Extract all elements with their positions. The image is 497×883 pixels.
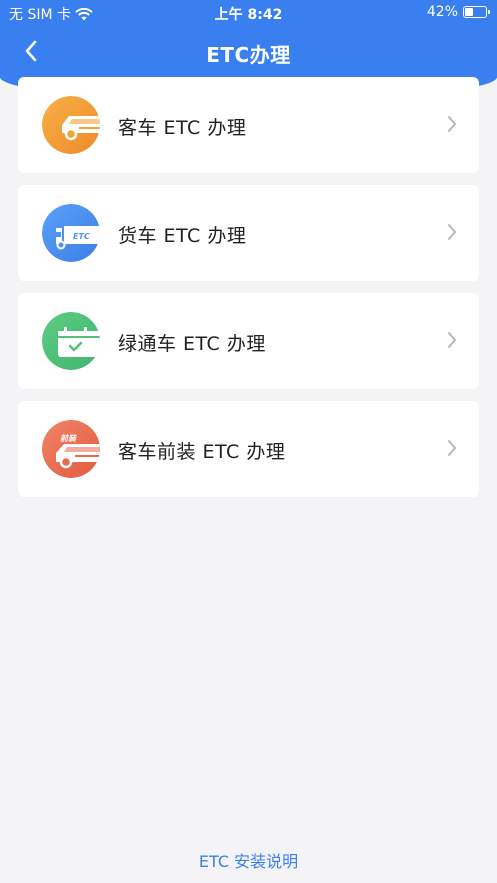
svg-text:ETC: ETC bbox=[73, 232, 90, 241]
page-title: ETC办理 bbox=[206, 43, 291, 67]
calendar-check-icon bbox=[42, 312, 100, 370]
battery-icon bbox=[463, 6, 490, 18]
chevron-right-icon bbox=[448, 332, 456, 348]
item-label: 货车 ETC 办理 bbox=[118, 225, 247, 247]
chevron-right-icon bbox=[448, 116, 456, 132]
chevron-right-icon bbox=[448, 440, 456, 456]
svg-text:前装: 前装 bbox=[60, 434, 78, 443]
truck-etc-item[interactable]: ETC 货车 ETC 办理 bbox=[18, 185, 479, 281]
etc-install-guide-link[interactable]: ETC 安装说明 bbox=[0, 848, 497, 872]
truck-icon: ETC bbox=[42, 204, 100, 262]
passenger-car-etc-item[interactable]: 客车 ETC 办理 bbox=[18, 77, 479, 173]
status-bar: 无 SIM 卡 上午 8:42 42% bbox=[0, 0, 497, 26]
nav-bar: ETC办理 bbox=[0, 26, 497, 78]
battery-percent: 42% bbox=[426, 4, 458, 20]
car-icon bbox=[42, 96, 100, 154]
green-channel-etc-item[interactable]: 绿通车 ETC 办理 bbox=[18, 293, 479, 389]
status-time: 上午 8:42 bbox=[214, 7, 283, 23]
status-right: 42% bbox=[426, 4, 490, 20]
item-label: 客车 ETC 办理 bbox=[118, 117, 247, 139]
front-install-car-etc-item[interactable]: 前装 客车前装 ETC 办理 bbox=[18, 401, 479, 497]
car-front-install-icon: 前装 bbox=[42, 420, 100, 478]
item-label: 绿通车 ETC 办理 bbox=[118, 333, 266, 355]
chevron-right-icon bbox=[448, 224, 456, 240]
item-label: 客车前装 ETC 办理 bbox=[118, 441, 286, 463]
